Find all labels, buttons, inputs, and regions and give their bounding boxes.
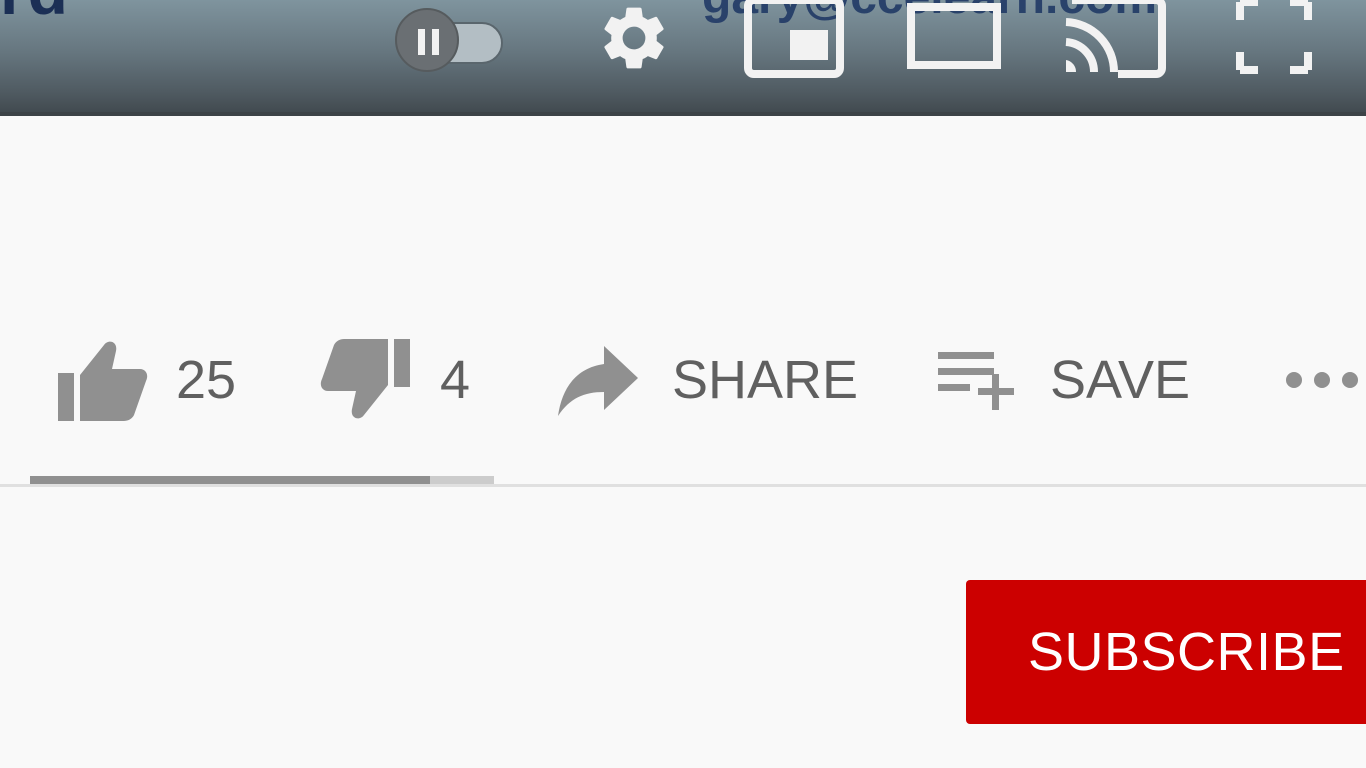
sentiment-bar [30, 476, 494, 484]
divider [0, 484, 1366, 487]
subscribe-label: SUBSCRIBE [1028, 622, 1345, 682]
save-label: SAVE [1050, 350, 1191, 410]
autoplay-knob [395, 8, 459, 72]
like-count: 25 [176, 350, 237, 410]
dislike-count: 4 [440, 350, 471, 410]
subscribe-button[interactable]: SUBSCRIBE [966, 580, 1366, 724]
video-overlay-text: rd [0, 0, 70, 24]
thumbs-down-icon [320, 339, 410, 419]
thumbs-up-icon [58, 341, 148, 421]
sentiment-bar-like-fill [30, 476, 430, 484]
video-player-controls: rd gary@ccelearn.com [0, 0, 1366, 116]
save-button[interactable]: SAVE [934, 330, 1190, 430]
share-arrow-icon [558, 346, 638, 416]
dislike-button[interactable]: 4 [320, 330, 470, 430]
cast-icon[interactable] [1062, 0, 1166, 78]
share-button[interactable]: SHARE [556, 330, 858, 430]
gear-icon[interactable] [596, 0, 672, 76]
fullscreen-icon[interactable] [1236, 0, 1312, 74]
autoplay-toggle[interactable] [395, 8, 509, 72]
playlist-add-icon [938, 352, 1014, 410]
miniplayer-icon[interactable] [744, 0, 844, 78]
like-button[interactable]: 25 [56, 330, 236, 430]
share-label: SHARE [672, 350, 859, 410]
video-actions-row: 25 4 SHARE SAVE [0, 330, 1366, 440]
more-actions-button[interactable] [1284, 330, 1360, 430]
theater-mode-icon[interactable] [906, 2, 1002, 72]
more-horizontal-icon [1286, 372, 1358, 388]
pause-icon [418, 29, 440, 55]
